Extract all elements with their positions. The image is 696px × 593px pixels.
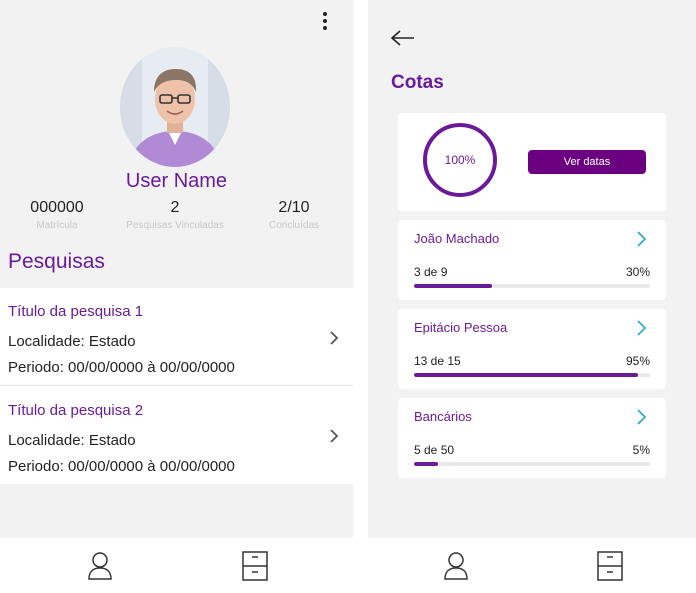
quota-progress-fill (414, 284, 492, 288)
survey-card[interactable]: Título da pesquisa 2 Localidade: Estado … (0, 386, 353, 484)
survey-locality: Localidade: Estado (8, 432, 136, 449)
user-icon[interactable] (85, 550, 115, 582)
stat-completed: 2/10 Concluídas (234, 199, 353, 231)
quota-name: João Machado (414, 231, 500, 246)
quota-percent: 5% (632, 443, 650, 457)
survey-locality: Localidade: Estado (8, 333, 136, 350)
survey-title: Título da pesquisa 2 (8, 402, 144, 419)
bottom-nav (368, 538, 696, 593)
quota-count: 5 de 50 (414, 443, 455, 457)
quota-progress-fill (414, 462, 438, 466)
quota-card[interactable]: João Machado 3 de 9 30% (398, 220, 666, 300)
stat-linked-surveys: 2 Pesquisas Vinculadas (115, 199, 235, 231)
progress-ring-label: 100% (444, 153, 476, 167)
quota-progress-bar (414, 284, 650, 288)
quota-name: Bancários (414, 409, 472, 424)
cabinet-icon[interactable] (595, 550, 625, 582)
chevron-right-icon[interactable] (327, 427, 341, 445)
page-title: Cotas (391, 72, 444, 93)
chevron-right-icon[interactable] (327, 329, 341, 347)
stat-value: 2/10 (278, 199, 310, 216)
quota-name: Epitácio Pessoa (414, 320, 508, 335)
survey-period: Periodo: 00/00/0000 à 00/00/0000 (8, 359, 235, 376)
profile-screen: User Name 000000 Matrícula 2 Pesquisas V… (0, 0, 353, 593)
survey-period: Periodo: 00/00/0000 à 00/00/0000 (8, 458, 235, 475)
bottom-nav (0, 538, 353, 593)
quota-count: 13 de 15 (414, 354, 461, 368)
quota-progress-bar (414, 373, 650, 377)
survey-title: Título da pesquisa 1 (8, 303, 144, 320)
avatar (120, 47, 230, 167)
user-icon[interactable] (441, 550, 471, 582)
stat-label: Pesquisas Vinculadas (126, 220, 224, 231)
quota-card[interactable]: Epitácio Pessoa 13 de 15 95% (398, 309, 666, 389)
stat-label: Matrícula (36, 220, 78, 231)
quotas-screen: Cotas 100% Ver datas João Machado 3 de 9… (368, 0, 696, 593)
chevron-right-icon[interactable] (636, 230, 648, 248)
survey-card[interactable]: Título da pesquisa 1 Localidade: Estado … (0, 288, 353, 385)
view-dates-button[interactable]: Ver datas (528, 150, 646, 174)
stat-value: 2 (170, 199, 180, 216)
quota-card[interactable]: Bancários 5 de 50 5% (398, 398, 666, 478)
quota-percent: 30% (625, 265, 650, 279)
back-arrow-icon[interactable] (390, 28, 416, 48)
stat-label: Concluídas (268, 220, 320, 231)
chevron-right-icon[interactable] (636, 319, 648, 337)
section-title: Pesquisas (8, 250, 105, 273)
summary-card: 100% Ver datas (398, 113, 666, 211)
quota-count: 3 de 9 (414, 265, 448, 279)
cabinet-icon[interactable] (240, 550, 270, 582)
quota-progress-bar (414, 462, 650, 466)
quota-percent: 95% (625, 354, 650, 368)
stat-registration: 000000 Matrícula (0, 199, 117, 231)
quota-progress-fill (414, 373, 639, 377)
stat-value: 000000 (30, 199, 84, 216)
more-vert-icon[interactable] (318, 10, 332, 36)
chevron-right-icon[interactable] (636, 408, 648, 426)
user-name: User Name (125, 170, 228, 192)
